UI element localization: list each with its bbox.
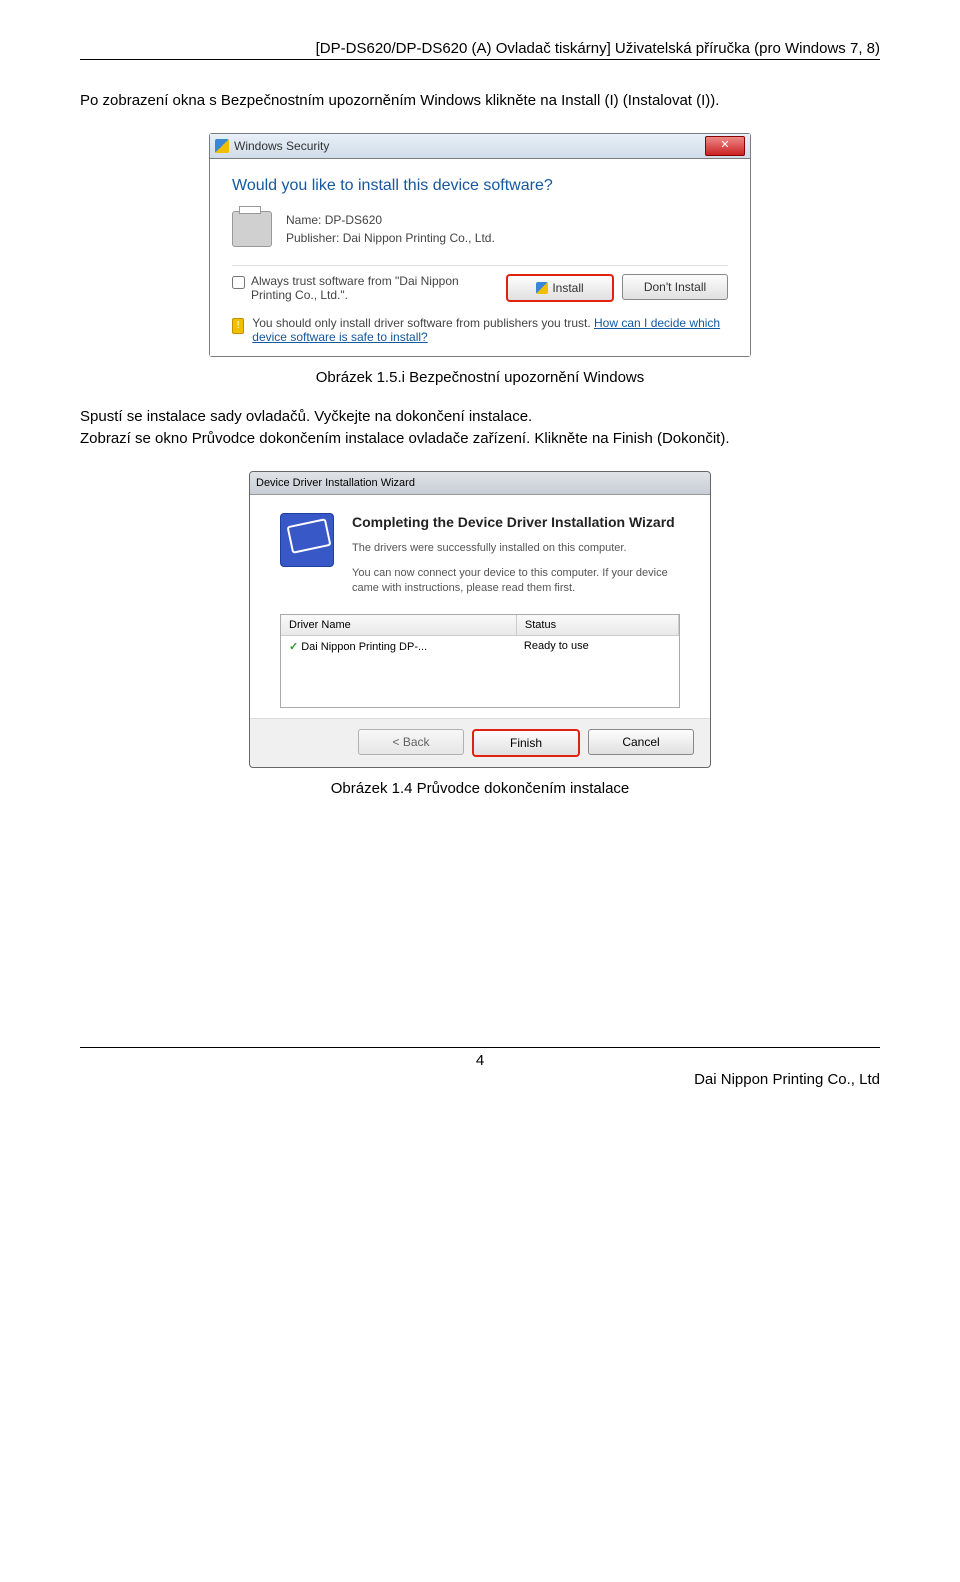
figure-caption-1: Obrázek 1.5.i Bezpečnostní upozornění Wi… [80,369,880,386]
always-trust-label: Always trust software from "Dai Nippon P… [251,274,492,302]
wizard-line1: The drivers were successfully installed … [352,541,680,556]
col-driver-name: Driver Name [281,615,517,635]
wizard-titlebar: Device Driver Installation Wizard [250,472,710,495]
install-button[interactable]: Install [506,274,614,302]
always-trust-checkbox[interactable]: Always trust software from "Dai Nippon P… [232,274,492,302]
warning-text: You should only install driver software … [252,316,728,344]
page-header: [DP-DS620/DP-DS620 (A) Ovladač tiskárny]… [80,40,880,60]
col-status: Status [517,615,679,635]
shield-icon [536,282,548,294]
warning-icon: ! [232,318,244,334]
security-dialog: Windows Security ✕ Would you like to ins… [209,133,751,357]
wizard-dialog: Device Driver Installation Wizard Comple… [249,471,711,768]
close-icon[interactable]: ✕ [705,136,745,156]
page-number: 4 [80,1047,880,1069]
shield-icon [215,139,229,153]
paragraph-1: Po zobrazení okna s Bezpečnostním upozor… [80,90,880,113]
printer-icon [232,211,272,247]
hardware-icon [280,513,334,567]
driver-row: ✓Dai Nippon Printing DP-... Ready to use [281,636,679,657]
dialog-title: Windows Security [234,139,329,153]
paragraph-2: Spustí se instalace sady ovladačů. Vyčke… [80,406,880,451]
finish-button[interactable]: Finish [472,729,580,757]
wizard-line2: You can now connect your device to this … [352,566,680,596]
dialog-titlebar: Windows Security ✕ [210,134,750,159]
dont-install-button[interactable]: Don't Install [622,274,728,300]
company-footer: Dai Nippon Printing Co., Ltd [80,1071,880,1088]
cancel-button[interactable]: Cancel [588,729,694,755]
driver-list: Driver Name Status ✓Dai Nippon Printing … [280,614,680,708]
back-button: < Back [358,729,464,755]
check-icon: ✓ [289,641,298,653]
figure-caption-2: Obrázek 1.4 Průvodce dokončením instalac… [80,780,880,797]
checkbox-input[interactable] [232,276,245,289]
dialog-question: Would you like to install this device so… [232,177,728,195]
wizard-heading: Completing the Device Driver Installatio… [352,513,680,532]
device-info: Name: DP-DS620 Publisher: Dai Nippon Pri… [286,211,495,247]
